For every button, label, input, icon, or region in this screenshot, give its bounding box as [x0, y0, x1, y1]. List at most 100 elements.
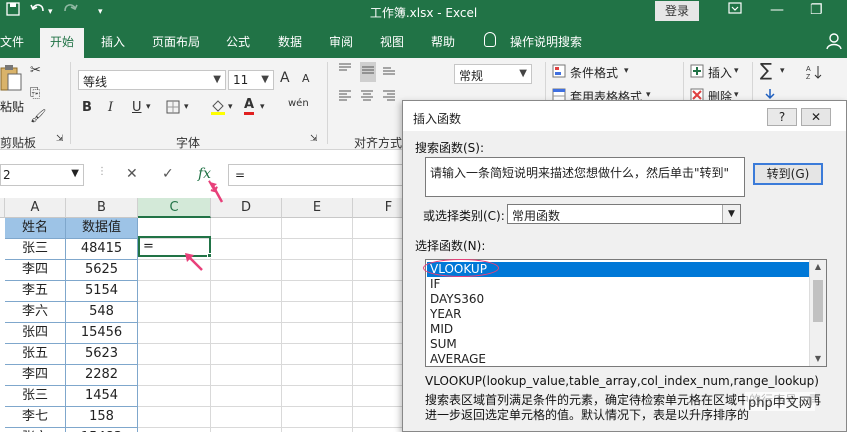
cell[interactable]: [211, 281, 282, 302]
cell-b[interactable]: 5154: [66, 281, 138, 302]
function-list-item[interactable]: DAYS360: [427, 292, 809, 307]
ribbon-display-icon[interactable]: [728, 2, 742, 18]
grow-font-button[interactable]: A: [280, 70, 290, 86]
cell[interactable]: [138, 386, 211, 407]
search-function-input[interactable]: 请输入一条简短说明来描述您想做什么，然后单击"转到": [425, 157, 745, 197]
restore-button[interactable]: ❐: [810, 2, 823, 18]
login-button[interactable]: 登录: [655, 1, 699, 21]
dialog-help-button[interactable]: ?: [767, 108, 797, 126]
formula-bar-grip-icon[interactable]: ⋮: [97, 166, 107, 177]
align-top-icon[interactable]: [338, 62, 352, 80]
cell[interactable]: [282, 365, 353, 386]
cell[interactable]: [211, 260, 282, 281]
goto-button[interactable]: 转到(G): [753, 163, 823, 185]
cell[interactable]: [282, 281, 353, 302]
cell[interactable]: [138, 323, 211, 344]
cell[interactable]: [282, 218, 353, 239]
font-launcher-icon[interactable]: ⇲: [310, 134, 318, 144]
tab-view[interactable]: 视图: [380, 33, 404, 50]
scroll-down-icon[interactable]: ▼: [810, 352, 826, 366]
align-middle-icon[interactable]: [360, 62, 376, 82]
name-box[interactable]: 2 ▼: [0, 164, 84, 186]
cell-a-header[interactable]: 姓名: [5, 218, 66, 239]
column-header-b[interactable]: B: [66, 198, 138, 218]
scrollbar-thumb[interactable]: [813, 280, 823, 322]
chevron-down-icon[interactable]: ▾: [624, 66, 629, 76]
font-size-combo[interactable]: 11 ▼: [228, 70, 274, 90]
cell-a[interactable]: 张三: [5, 239, 66, 260]
minimize-button[interactable]: —: [770, 2, 784, 18]
shrink-font-button[interactable]: A: [302, 72, 310, 85]
cell-a[interactable]: 李五: [5, 281, 66, 302]
conditional-format-label[interactable]: 条件格式: [570, 64, 618, 81]
cell[interactable]: [211, 365, 282, 386]
column-header-e[interactable]: E: [282, 198, 353, 218]
chevron-down-icon[interactable]: ▾: [780, 66, 785, 76]
chevron-down-icon[interactable]: ▾: [146, 102, 151, 112]
cell-b[interactable]: 1454: [66, 386, 138, 407]
clipboard-launcher-icon[interactable]: ⇲: [56, 134, 64, 144]
tab-data[interactable]: 数据: [278, 33, 302, 50]
borders-icon[interactable]: [166, 100, 180, 118]
chevron-down-icon[interactable]: ▾: [260, 102, 265, 112]
category-select[interactable]: 常用函数 ▼: [507, 204, 741, 224]
chevron-down-icon[interactable]: ▾: [228, 102, 233, 112]
share-user-icon[interactable]: [826, 32, 844, 50]
cell[interactable]: [211, 323, 282, 344]
sort-filter-icon[interactable]: AZ: [806, 64, 824, 84]
insert-cells-icon[interactable]: [690, 64, 704, 82]
tab-formulas[interactable]: 公式: [226, 33, 250, 50]
paste-icon[interactable]: [0, 64, 22, 96]
cell[interactable]: [282, 386, 353, 407]
cell-b[interactable]: 548: [66, 302, 138, 323]
chevron-down-icon[interactable]: ▾: [734, 90, 739, 100]
bold-button[interactable]: B: [82, 100, 92, 115]
cell-a[interactable]: 李六: [5, 302, 66, 323]
cell[interactable]: [211, 428, 282, 432]
cell[interactable]: [138, 281, 211, 302]
chevron-down-icon[interactable]: ▾: [646, 90, 651, 100]
column-header-a[interactable]: A: [5, 198, 66, 218]
cut-icon[interactable]: ✂: [30, 63, 41, 78]
align-right-icon[interactable]: [382, 88, 396, 106]
tab-home[interactable]: 开始: [40, 28, 85, 58]
cell-b[interactable]: 5623: [66, 344, 138, 365]
fill-color-icon[interactable]: [210, 98, 226, 120]
cell[interactable]: [211, 344, 282, 365]
cell-b[interactable]: 2282: [66, 365, 138, 386]
cell-a[interactable]: 李四: [5, 260, 66, 281]
tab-review[interactable]: 审阅: [329, 33, 353, 50]
chevron-down-icon[interactable]: ▾: [734, 66, 739, 76]
chevron-down-icon[interactable]: ▼: [722, 205, 740, 223]
number-format-combo[interactable]: 常规 ▼: [454, 64, 532, 84]
chevron-down-icon[interactable]: ▾: [184, 102, 189, 112]
cell-b[interactable]: 15483: [66, 428, 138, 432]
conditional-format-icon[interactable]: [552, 64, 566, 82]
cell[interactable]: [282, 239, 353, 260]
cell[interactable]: [138, 407, 211, 428]
cell-b[interactable]: 48415: [66, 239, 138, 260]
tab-page-layout[interactable]: 页面布局: [152, 33, 200, 50]
paste-label[interactable]: 粘贴: [0, 98, 24, 115]
align-center-icon[interactable]: [360, 88, 374, 106]
cell-a[interactable]: 张三: [5, 386, 66, 407]
cell-b[interactable]: 5625: [66, 260, 138, 281]
cell-b[interactable]: 158: [66, 407, 138, 428]
italic-button[interactable]: I: [108, 100, 113, 115]
function-list-scrollbar[interactable]: ▲ ▼: [809, 260, 826, 366]
cell-a[interactable]: 张五: [5, 344, 66, 365]
phonetic-guide-button[interactable]: wén: [288, 98, 309, 109]
font-name-combo[interactable]: 等线 ▼: [78, 70, 226, 90]
cell-a[interactable]: 张六: [5, 428, 66, 432]
cell[interactable]: [138, 428, 211, 432]
cell[interactable]: [282, 344, 353, 365]
fill-handle[interactable]: [207, 253, 212, 258]
function-list-item[interactable]: MID: [427, 322, 809, 337]
cell-b[interactable]: 15456: [66, 323, 138, 344]
cell[interactable]: [282, 260, 353, 281]
function-list-item[interactable]: YEAR: [427, 307, 809, 322]
cell[interactable]: [282, 323, 353, 344]
tab-file[interactable]: 文件: [0, 33, 24, 50]
tab-insert[interactable]: 插入: [101, 33, 125, 50]
underline-button[interactable]: U: [132, 100, 142, 115]
